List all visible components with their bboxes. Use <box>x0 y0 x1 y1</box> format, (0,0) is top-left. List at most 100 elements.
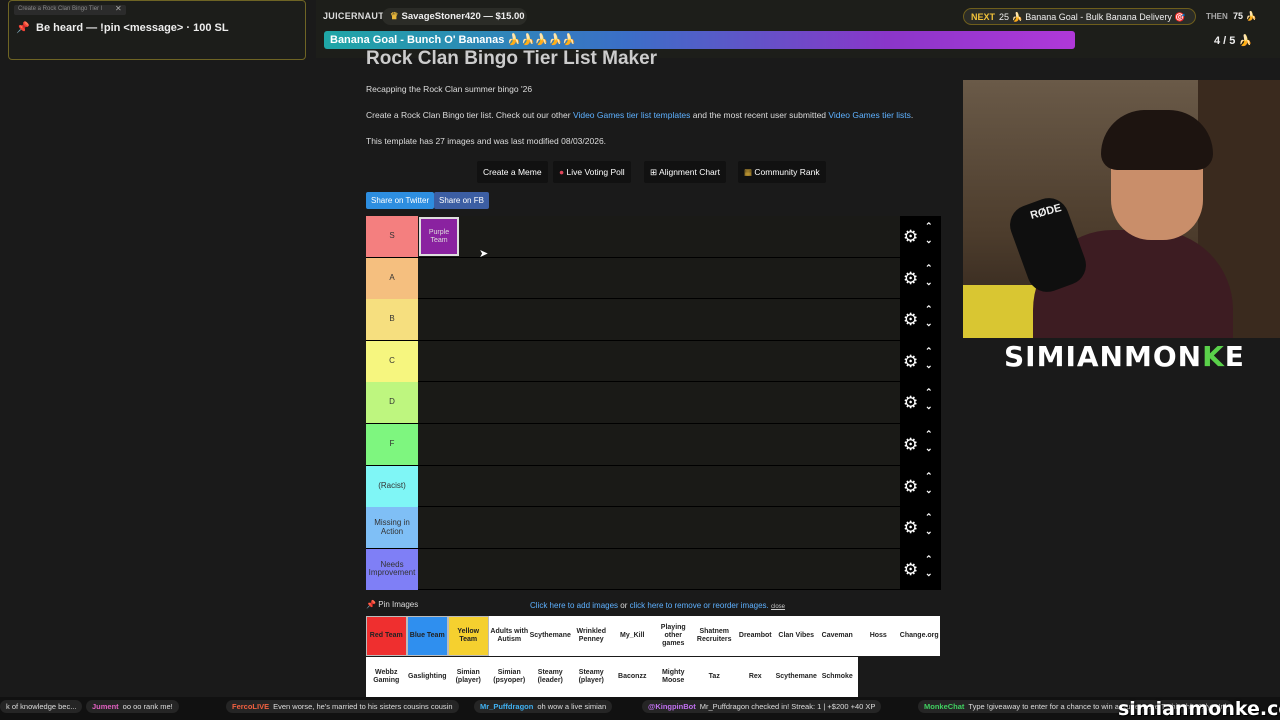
gear-icon[interactable]: ⚙ <box>903 353 918 370</box>
image-tile[interactable]: Adults with Autism <box>489 616 530 656</box>
chevron-down-icon[interactable]: ⌄ <box>925 527 933 536</box>
chevron-down-icon[interactable]: ⌄ <box>925 485 933 495</box>
browser-tab[interactable]: Create a Rock Clan Bingo Tier l <box>14 5 126 15</box>
image-tile[interactable]: Playing other games <box>653 616 694 656</box>
chevron-up-icon[interactable]: ⌃ <box>925 471 933 481</box>
goal-count: 4 / 5 🍌 <box>1214 35 1253 47</box>
chevron-up-icon[interactable]: ⌃ <box>925 513 933 522</box>
image-tile[interactable]: Wrinkled Penney <box>571 616 612 656</box>
live-poll-label: Live Voting Poll <box>566 167 625 177</box>
image-tile[interactable]: Clan Vibes <box>776 616 817 656</box>
chevron-down-icon[interactable]: ⌄ <box>925 360 933 370</box>
image-tile[interactable]: Shatnem Recruiters <box>694 616 735 656</box>
gear-icon[interactable]: ⚙ <box>903 478 918 495</box>
gear-icon[interactable]: ⚙ <box>903 519 918 536</box>
image-tile[interactable]: Hoss <box>858 616 899 656</box>
image-tile[interactable]: Mighty Moose <box>653 657 694 697</box>
tier-controls: ⚙ ⌃ ⌄ <box>900 424 941 465</box>
tier-label[interactable]: S <box>366 216 418 257</box>
tier-label[interactable]: B <box>366 299 418 341</box>
create-meme-button[interactable]: Create a Meme <box>477 161 548 183</box>
chevron-up-icon[interactable]: ⌃ <box>925 263 933 273</box>
chat-message: @KingpinBot Mr_Puffdragon checked in! Str… <box>642 700 882 713</box>
image-tile[interactable]: Rex <box>735 657 776 697</box>
image-tile[interactable]: Simian (player) <box>448 657 489 697</box>
templates-link[interactable]: Video Games tier list templates <box>573 110 690 120</box>
image-tile[interactable]: Yellow Team <box>448 616 489 656</box>
gear-icon[interactable]: ⚙ <box>903 311 918 328</box>
gear-icon[interactable]: ⚙ <box>903 228 918 245</box>
image-tile[interactable]: Change.org <box>899 616 940 656</box>
pin-message: Be heard — !pin <message> · 100 SL <box>36 22 229 34</box>
image-tile[interactable]: Webbz Gaming <box>366 657 407 697</box>
gear-icon[interactable]: ⚙ <box>903 561 918 578</box>
image-tile[interactable]: Taz <box>694 657 735 697</box>
logo-text-k: K <box>1202 340 1225 373</box>
image-tile[interactable]: Gaslighting <box>407 657 448 697</box>
chat-username: MonkeChat <box>924 702 965 711</box>
chevron-down-icon[interactable]: ⌄ <box>925 319 933 328</box>
gear-icon[interactable]: ⚙ <box>903 270 918 287</box>
tier-label[interactable]: F <box>366 424 418 465</box>
chevron-up-icon[interactable]: ⌃ <box>925 388 933 397</box>
chat-username: Mr_Puffdragon <box>480 702 534 711</box>
tier-label[interactable]: Needs Improvement <box>366 548 418 590</box>
channel-logo: SIMIANMONKE <box>1004 340 1245 373</box>
chat-message: k of knowledge bec... <box>0 700 83 713</box>
tier-item-purple-team[interactable]: Purple Team <box>419 217 459 256</box>
chat-text: oh wow a live simian <box>537 702 607 711</box>
share-twitter-button[interactable]: Share on Twitter <box>366 192 435 209</box>
pin-images-toggle[interactable]: 📌 Pin Images <box>366 600 418 609</box>
streamer-hair <box>1101 110 1213 170</box>
gear-icon[interactable]: ⚙ <box>903 436 918 453</box>
image-tile[interactable]: Dreambot <box>735 616 776 656</box>
tier-label[interactable]: Missing in Action <box>366 507 418 549</box>
community-rank-button[interactable]: ▦ Community Rank <box>738 161 826 183</box>
logo-text-1: SIMIANMON <box>1004 340 1203 373</box>
chat-message: Jument oo oo rank me! <box>86 700 179 713</box>
share-fb-button[interactable]: Share on FB <box>434 192 489 209</box>
chevron-down-icon[interactable]: ⌄ <box>925 568 933 578</box>
chevron-up-icon[interactable]: ⌃ <box>925 305 933 314</box>
image-tile[interactable]: Simian (psyoper) <box>489 657 530 697</box>
tier-label[interactable]: (Racist) <box>366 465 418 507</box>
tier-label[interactable]: D <box>366 382 418 424</box>
template-info: This template has 27 images and was last… <box>366 136 607 146</box>
chevron-down-icon[interactable]: ⌄ <box>925 402 933 411</box>
chat-username: @KingpinBot <box>648 702 696 711</box>
close-link[interactable]: close <box>771 604 785 610</box>
reorder-images-link[interactable]: click here to remove or reorder images. <box>630 601 769 610</box>
webcam-box <box>963 285 1043 338</box>
alignment-chart-button[interactable]: ⊞ Alignment Chart <box>644 161 726 183</box>
image-tile[interactable]: Steamy (player) <box>571 657 612 697</box>
chevron-up-icon[interactable]: ⌃ <box>925 346 933 356</box>
image-tile[interactable]: Red Team <box>366 616 407 656</box>
add-images-link[interactable]: Click here to add images <box>530 601 618 610</box>
gear-icon[interactable]: ⚙ <box>903 394 918 411</box>
tier-label[interactable]: A <box>366 257 418 299</box>
image-tile[interactable]: Steamy (leader) <box>530 657 571 697</box>
chevron-up-icon[interactable]: ⌃ <box>925 430 933 439</box>
chevron-up-icon[interactable]: ⌃ <box>925 222 933 231</box>
chevron-down-icon[interactable]: ⌄ <box>925 277 933 287</box>
close-icon[interactable]: ✕ <box>115 4 122 13</box>
donor-label: JUICERNAUT <box>323 11 385 21</box>
tier-label[interactable]: C <box>366 340 418 382</box>
then-value: 75 🍌 <box>1233 11 1257 21</box>
chevron-up-icon[interactable]: ⌃ <box>925 554 933 564</box>
image-tile[interactable]: Blue Team <box>407 616 448 656</box>
image-tile[interactable]: Scythemane <box>776 657 817 697</box>
tier-controls: ⚙ ⌃ ⌄ <box>900 548 941 590</box>
image-tile[interactable]: My_Kill <box>612 616 653 656</box>
chat-text: Mr_Puffdragon checked in! Streak: 1 | +$… <box>699 702 876 711</box>
tier-controls: ⚙ ⌃ ⌄ <box>900 340 941 382</box>
tier-lists-link[interactable]: Video Games tier lists <box>828 110 911 120</box>
image-tile[interactable]: Scythemane <box>530 616 571 656</box>
chevron-down-icon[interactable]: ⌄ <box>925 236 933 245</box>
image-tile[interactable]: Schmoke <box>817 657 858 697</box>
live-poll-button[interactable]: ● Live Voting Poll <box>553 161 631 183</box>
image-tile[interactable]: Baconzz <box>612 657 653 697</box>
chevron-down-icon[interactable]: ⌄ <box>925 444 933 453</box>
tier-controls: ⚙ ⌃ ⌄ <box>900 299 941 341</box>
image-tile[interactable]: Caveman <box>817 616 858 656</box>
